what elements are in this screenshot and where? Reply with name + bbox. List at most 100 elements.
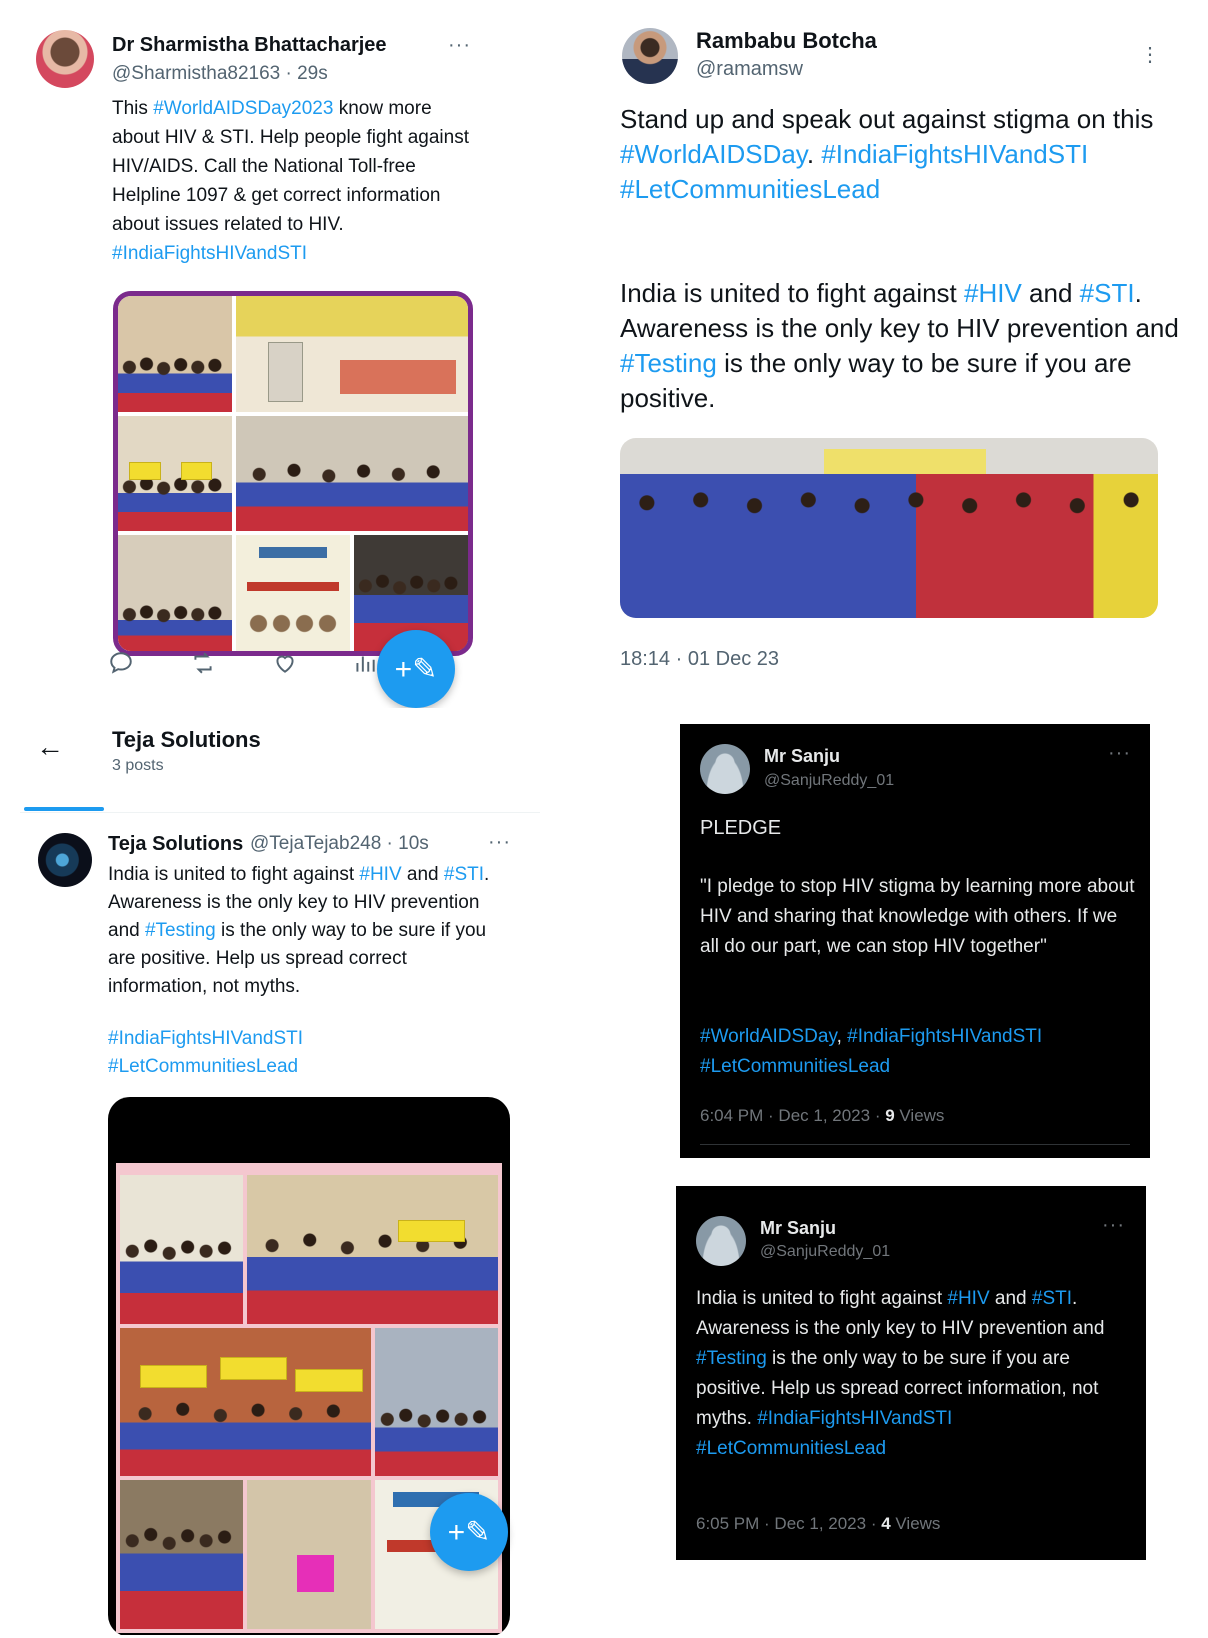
tweet-hashtags: #WorldAIDSDay, #IndiaFightsHIVandSTI #Le… xyxy=(700,1022,1140,1082)
tab-indicator xyxy=(24,807,104,811)
photo xyxy=(120,1327,371,1477)
hashtag-link[interactable]: #IndiaFightsHIVandSTI xyxy=(112,243,307,264)
photo xyxy=(247,1480,371,1629)
hashtag-link[interactable]: #Testing xyxy=(620,348,717,378)
author-handle[interactable]: @Sharmistha82163 · 29s xyxy=(112,63,328,85)
avatar[interactable] xyxy=(622,28,678,84)
hashtag-link[interactable]: #IndiaFightsHIVandSTI xyxy=(108,1028,303,1049)
tweet-sharmistha: Dr Sharmistha Bhattacharjee @Sharmistha8… xyxy=(20,8,490,708)
tweet-hashtags: #IndiaFightsHIVandSTI #LetCommunitiesLead xyxy=(108,1025,508,1081)
photo xyxy=(118,415,232,532)
like-icon[interactable] xyxy=(272,650,298,676)
photo xyxy=(120,1175,244,1324)
views-icon[interactable] xyxy=(352,650,378,676)
text-run: India is united to fight against xyxy=(620,278,965,308)
hashtag-link[interactable]: #LetCommunitiesLead xyxy=(620,174,880,204)
more-icon[interactable]: ··· xyxy=(488,831,511,854)
text-run: and xyxy=(1021,278,1080,308)
photo xyxy=(118,296,232,412)
hashtag-link[interactable]: #LetCommunitiesLead xyxy=(700,1056,890,1077)
text-run: , xyxy=(836,1026,848,1047)
hashtag-link[interactable]: #STI xyxy=(1080,278,1135,308)
author-handle[interactable]: @ramamsw xyxy=(696,58,803,81)
more-icon[interactable]: ⋮ xyxy=(1140,42,1161,67)
text-run: This xyxy=(112,98,154,119)
tweet-text: This #WorldAIDSDay2023 know more about H… xyxy=(112,94,482,268)
reply-icon[interactable] xyxy=(108,650,134,676)
author-handle[interactable]: @TejaTejab248 · 10s xyxy=(250,833,429,855)
author-name[interactable]: Teja Solutions xyxy=(108,833,243,856)
more-icon[interactable]: ··· xyxy=(448,34,471,57)
photo xyxy=(236,296,468,412)
text-run: . xyxy=(806,139,822,169)
compose-button[interactable]: +✎ xyxy=(377,630,455,708)
tweet-photo[interactable] xyxy=(620,438,1158,618)
tweet-rambabu: Rambabu Botcha @ramamsw ⋮ Stand up and s… xyxy=(600,8,1200,698)
hashtag-link[interactable]: #Testing xyxy=(145,920,216,941)
views-count: 4 xyxy=(881,1514,891,1533)
author-name[interactable]: Mr Sanju xyxy=(764,746,840,767)
hashtag-link[interactable]: #LetCommunitiesLead xyxy=(696,1438,886,1459)
text-run: India is united to fight against xyxy=(108,864,360,885)
time: 6:04 PM · Dec 1, 2023 · xyxy=(700,1106,886,1125)
hashtag-link[interactable]: #LetCommunitiesLead xyxy=(108,1056,298,1077)
text-run: and xyxy=(401,864,444,885)
hashtag-link[interactable]: #STI xyxy=(1032,1288,1072,1309)
avatar[interactable] xyxy=(36,30,94,88)
back-icon[interactable]: ← xyxy=(36,731,64,763)
compose-button[interactable]: +✎ xyxy=(430,1493,508,1571)
more-icon[interactable]: ··· xyxy=(1102,1214,1125,1237)
timestamp[interactable]: 18:14 · 01 Dec 23 xyxy=(620,648,779,671)
author-name[interactable]: Rambabu Botcha xyxy=(696,28,877,54)
hashtag-link[interactable]: #WorldAIDSDay xyxy=(700,1026,837,1047)
profile-header-title: Teja Solutions xyxy=(112,727,261,752)
tweet-text: India is united to fight against #HIV an… xyxy=(696,1284,1136,1464)
time: 6:05 PM · Dec 1, 2023 · xyxy=(696,1514,882,1533)
author-name[interactable]: Dr Sharmistha Bhattacharjee xyxy=(112,34,387,57)
photo xyxy=(236,415,468,532)
hashtag-link[interactable]: #IndiaFightsHIVandSTI xyxy=(757,1408,952,1429)
views-label: Views xyxy=(894,1106,945,1125)
photo xyxy=(374,1327,498,1477)
timestamp[interactable]: 6:05 PM · Dec 1, 2023 · 4 Views xyxy=(696,1514,940,1534)
hashtag-link[interactable]: #WorldAIDSDay xyxy=(620,139,807,169)
tweet-text-2: India is united to fight against #HIV an… xyxy=(620,276,1180,416)
author-name[interactable]: Mr Sanju xyxy=(760,1218,836,1239)
retweet-icon[interactable] xyxy=(190,650,216,676)
tweet-sanju-awareness: Mr Sanju @SanjuReddy_01 ··· India is uni… xyxy=(676,1186,1146,1560)
tweet-text-1: Stand up and speak out against stigma on… xyxy=(620,102,1180,207)
pledge-quote: "I pledge to stop HIV stigma by learning… xyxy=(700,876,1135,957)
hashtag-link[interactable]: #IndiaFightsHIVandSTI xyxy=(821,139,1088,169)
hashtag-link[interactable]: #STI xyxy=(444,864,484,885)
author-handle[interactable]: @SanjuReddy_01 xyxy=(760,1243,890,1261)
text-run: and xyxy=(989,1288,1032,1309)
author-handle[interactable]: @SanjuReddy_01 xyxy=(764,772,894,790)
hashtag-link[interactable]: #IndiaFightsHIVandSTI xyxy=(847,1026,1042,1047)
avatar[interactable] xyxy=(696,1216,746,1266)
timestamp[interactable]: 6:04 PM · Dec 1, 2023 · 9 Views xyxy=(700,1106,944,1126)
hashtag-link[interactable]: #HIV xyxy=(359,864,401,885)
avatar[interactable] xyxy=(700,744,750,794)
tweet-sanju-pledge: Mr Sanju @SanjuReddy_01 ··· PLEDGE "I pl… xyxy=(680,724,1150,1158)
divider xyxy=(20,812,540,813)
photo xyxy=(118,535,232,651)
poster xyxy=(236,535,350,651)
hashtag-link[interactable]: #HIV xyxy=(947,1288,989,1309)
text-run: Stand up and speak out against stigma on… xyxy=(620,104,1154,134)
views-label: Views xyxy=(890,1514,941,1533)
post-count: 3 posts xyxy=(112,757,164,774)
photo xyxy=(247,1175,498,1324)
tweet-teja: ← Teja Solutions 3 posts Teja Solutions … xyxy=(20,715,540,1635)
views-count: 9 xyxy=(885,1106,895,1125)
avatar[interactable] xyxy=(38,833,92,887)
divider xyxy=(700,1144,1130,1145)
tweet-text: India is united to fight against #HIV an… xyxy=(108,861,508,1001)
hashtag-link[interactable]: #WorldAIDSDay2023 xyxy=(153,98,333,119)
tweet-photo-collage[interactable] xyxy=(113,291,473,656)
text-run: India is united to fight against xyxy=(696,1288,948,1309)
more-icon[interactable]: ··· xyxy=(1108,742,1131,765)
photo xyxy=(120,1480,244,1629)
hashtag-link[interactable]: #HIV xyxy=(964,278,1022,308)
hashtag-link[interactable]: #Testing xyxy=(696,1348,767,1369)
pledge-title: PLEDGE xyxy=(700,817,782,839)
